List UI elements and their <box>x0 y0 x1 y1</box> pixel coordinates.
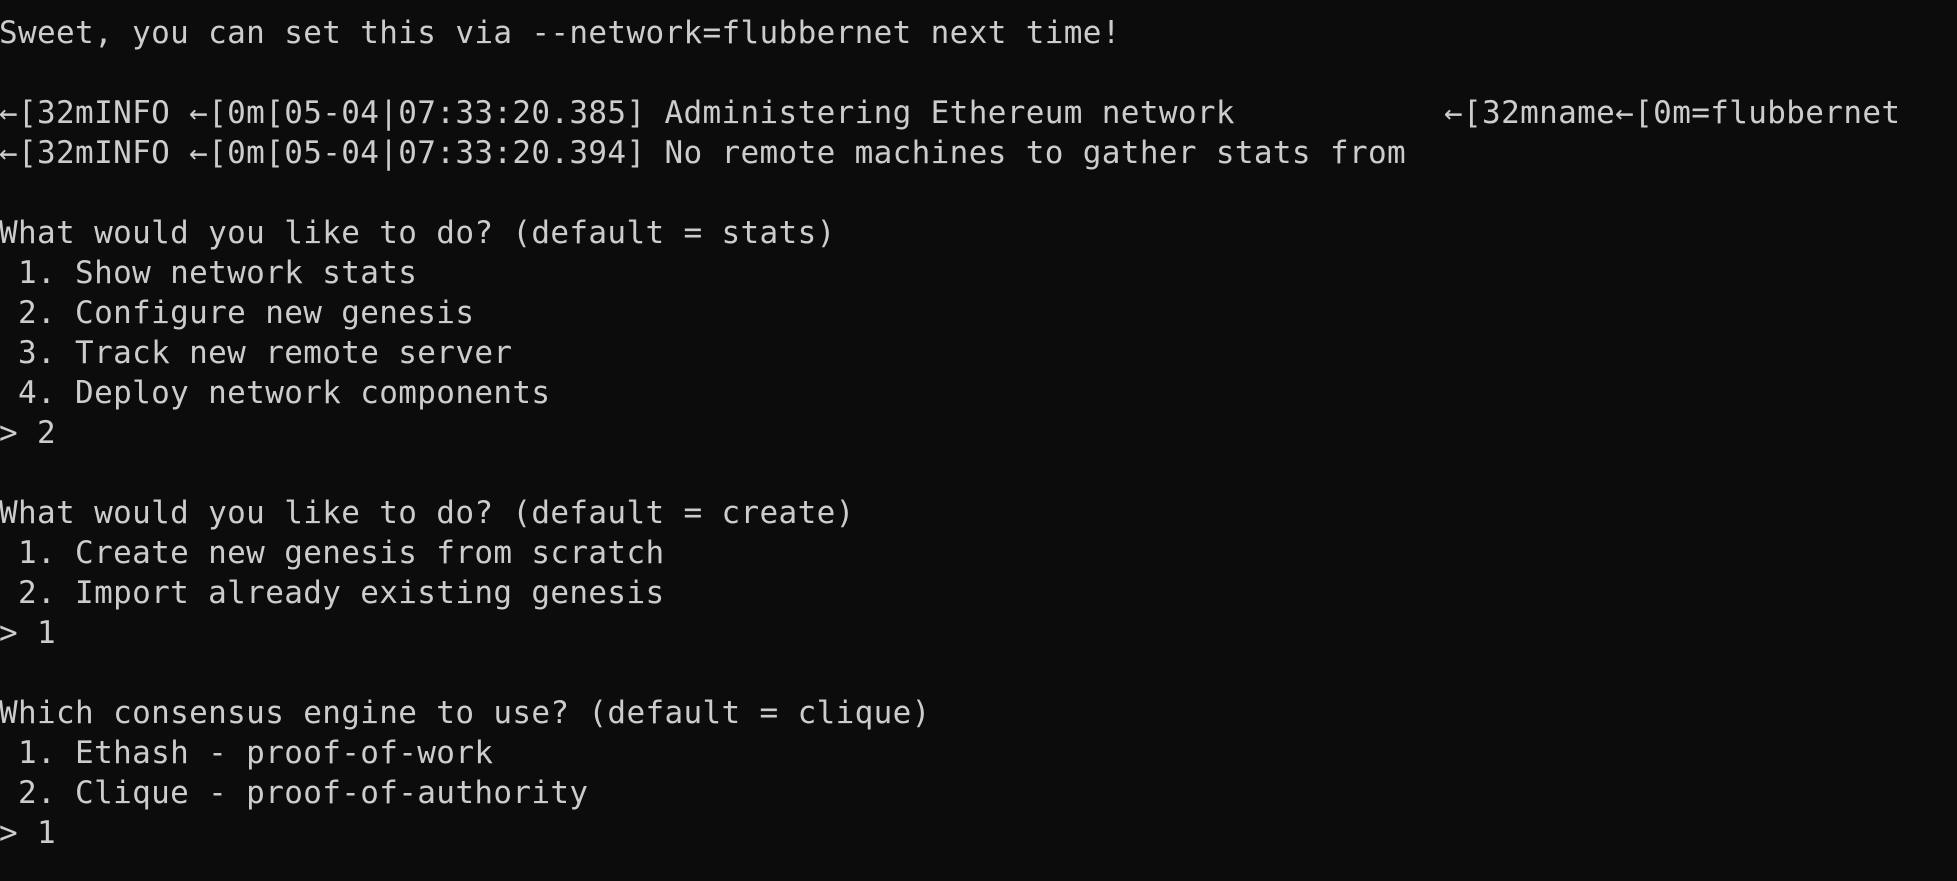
terminal-line-menu-option: 2. Configure new genesis <box>0 295 475 331</box>
terminal-line-prompt-question: Which consensus engine to use? (default … <box>0 695 931 731</box>
terminal-line-menu-option: 2. Clique - proof-of-authority <box>0 775 589 811</box>
terminal-line-log-info: ←[32mINFO ←[0m[05-04|07:33:20.385] Admin… <box>0 95 1901 131</box>
terminal-line-menu-option: 1. Create new genesis from scratch <box>0 535 665 571</box>
terminal-line-prompt-question: What would you like to do? (default = st… <box>0 215 836 251</box>
terminal-line-log-info: ←[32mINFO ←[0m[05-04|07:33:20.394] No re… <box>0 135 1407 171</box>
terminal-line-menu-option: 2. Import already existing genesis <box>0 575 665 611</box>
terminal-line-menu-option: 3. Track new remote server <box>0 335 513 371</box>
terminal-output[interactable]: Sweet, you can set this via --network=fl… <box>0 13 1956 881</box>
terminal-line-prompt-question: What would you like to do? (default = cr… <box>0 495 855 531</box>
terminal-line-user-input: > 2 <box>0 415 57 451</box>
terminal-line-network-hint: Sweet, you can set this via --network=fl… <box>0 15 1121 51</box>
terminal-line-user-input: > 1 <box>0 615 57 651</box>
terminal-line-user-input: > 1 <box>0 815 57 851</box>
terminal-line-menu-option: 1. Ethash - proof-of-work <box>0 735 494 771</box>
terminal-line-menu-option: 4. Deploy network components <box>0 375 551 411</box>
terminal-line-menu-option: 1. Show network stats <box>0 255 418 291</box>
